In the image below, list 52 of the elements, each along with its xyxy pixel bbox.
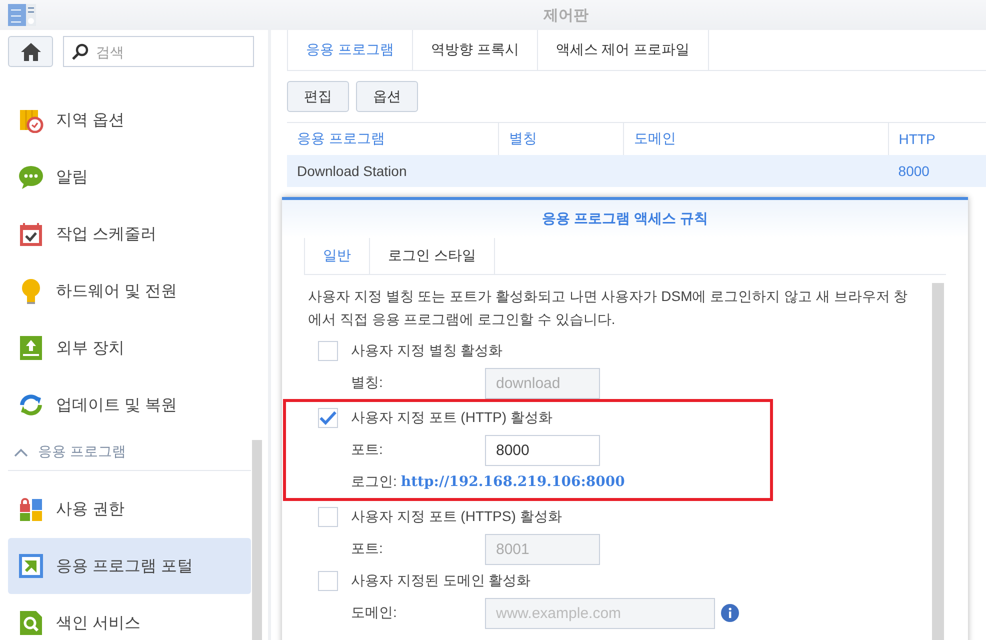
refresh-arrows-icon bbox=[18, 392, 44, 418]
input-field[interactable]: 8000 bbox=[485, 434, 600, 466]
calendar-check-icon bbox=[18, 221, 44, 247]
login-label: 로그인: bbox=[350, 473, 397, 491]
checkbox-label: 사용자 지정 포트 (HTTPS) 활성화 bbox=[351, 508, 562, 526]
tab[interactable]: 로그인 스타일 bbox=[369, 238, 495, 274]
control-panel-icon bbox=[8, 2, 36, 28]
field-label: 포트: bbox=[350, 441, 384, 459]
sidebar-item[interactable]: 업데이트 및 복원 bbox=[8, 377, 251, 433]
field-label: 포트: bbox=[350, 540, 384, 558]
chevron-icon bbox=[14, 448, 28, 456]
tab[interactable]: 응용 프로그램 bbox=[287, 30, 412, 70]
tab[interactable]: 역방향 프록시 bbox=[412, 30, 537, 70]
scrollbar[interactable] bbox=[252, 440, 262, 640]
checkbox[interactable] bbox=[318, 341, 338, 361]
checkbox[interactable] bbox=[318, 408, 338, 428]
tab[interactable]: 액세스 제어 프로파일 bbox=[536, 30, 709, 70]
home-button[interactable] bbox=[8, 36, 53, 67]
toolbar-button[interactable]: 편집 bbox=[287, 81, 349, 112]
document-search-icon bbox=[18, 610, 44, 636]
field-label: 도메인: bbox=[350, 604, 398, 622]
sidebar-item[interactable]: 응용 프로그램 포털 bbox=[8, 538, 251, 594]
dialog-title: 응용 프로그램 액세스 규칙 bbox=[542, 210, 708, 228]
search-field[interactable]: 검색 bbox=[63, 36, 254, 67]
sidebar-item[interactable]: 외부 장치 bbox=[8, 320, 251, 376]
field-label: 별칭: bbox=[350, 374, 384, 392]
chat-bubble-icon bbox=[18, 164, 44, 190]
home-icon bbox=[20, 42, 42, 62]
toolbar-button[interactable]: 옵션 bbox=[356, 81, 418, 112]
checkbox-label: 사용자 지정 별칭 활성화 bbox=[351, 342, 503, 360]
scrollbar[interactable] bbox=[932, 283, 944, 640]
login-link[interactable]: http://192.168.219.106:8000 bbox=[400, 474, 625, 490]
checkbox[interactable] bbox=[318, 571, 338, 591]
checkbox[interactable] bbox=[318, 507, 338, 527]
lock-squares-icon bbox=[18, 496, 44, 522]
map-clock-icon bbox=[18, 107, 44, 133]
sidebar-item[interactable]: 지역 옵션 bbox=[8, 92, 251, 148]
upload-drive-icon bbox=[18, 335, 44, 361]
checkbox-label: 사용자 지정 포트 (HTTP) 활성화 bbox=[351, 409, 552, 427]
section-header[interactable]: 응용 프로그램 bbox=[8, 434, 251, 471]
sidebar-item[interactable]: 색인 서비스 bbox=[8, 595, 251, 640]
sidebar-item[interactable]: 작업 스케줄러 bbox=[8, 206, 251, 262]
table-cell: Download Station bbox=[287, 155, 499, 187]
checkbox-label: 사용자 지정된 도메인 활성화 bbox=[351, 572, 531, 590]
sidebar-item[interactable]: 하드웨어 및 전원 bbox=[8, 263, 251, 319]
description: 사용자 지정 별칭 또는 포트가 활성화되고 나면 사용자가 DSM에 로그인하지 않고 새 브라우저 창에서 직접 응용 프로그램에 로그인할 수 있습니다. bbox=[308, 287, 909, 329]
window-title: 제어판 bbox=[544, 6, 588, 24]
table-cell: 8000 bbox=[888, 155, 986, 187]
sidebar-item[interactable]: 알림 bbox=[8, 149, 251, 205]
search-icon bbox=[71, 43, 89, 61]
sidebar-item[interactable]: 사용 권한 bbox=[8, 481, 251, 537]
tab[interactable]: 일반 bbox=[304, 238, 369, 274]
